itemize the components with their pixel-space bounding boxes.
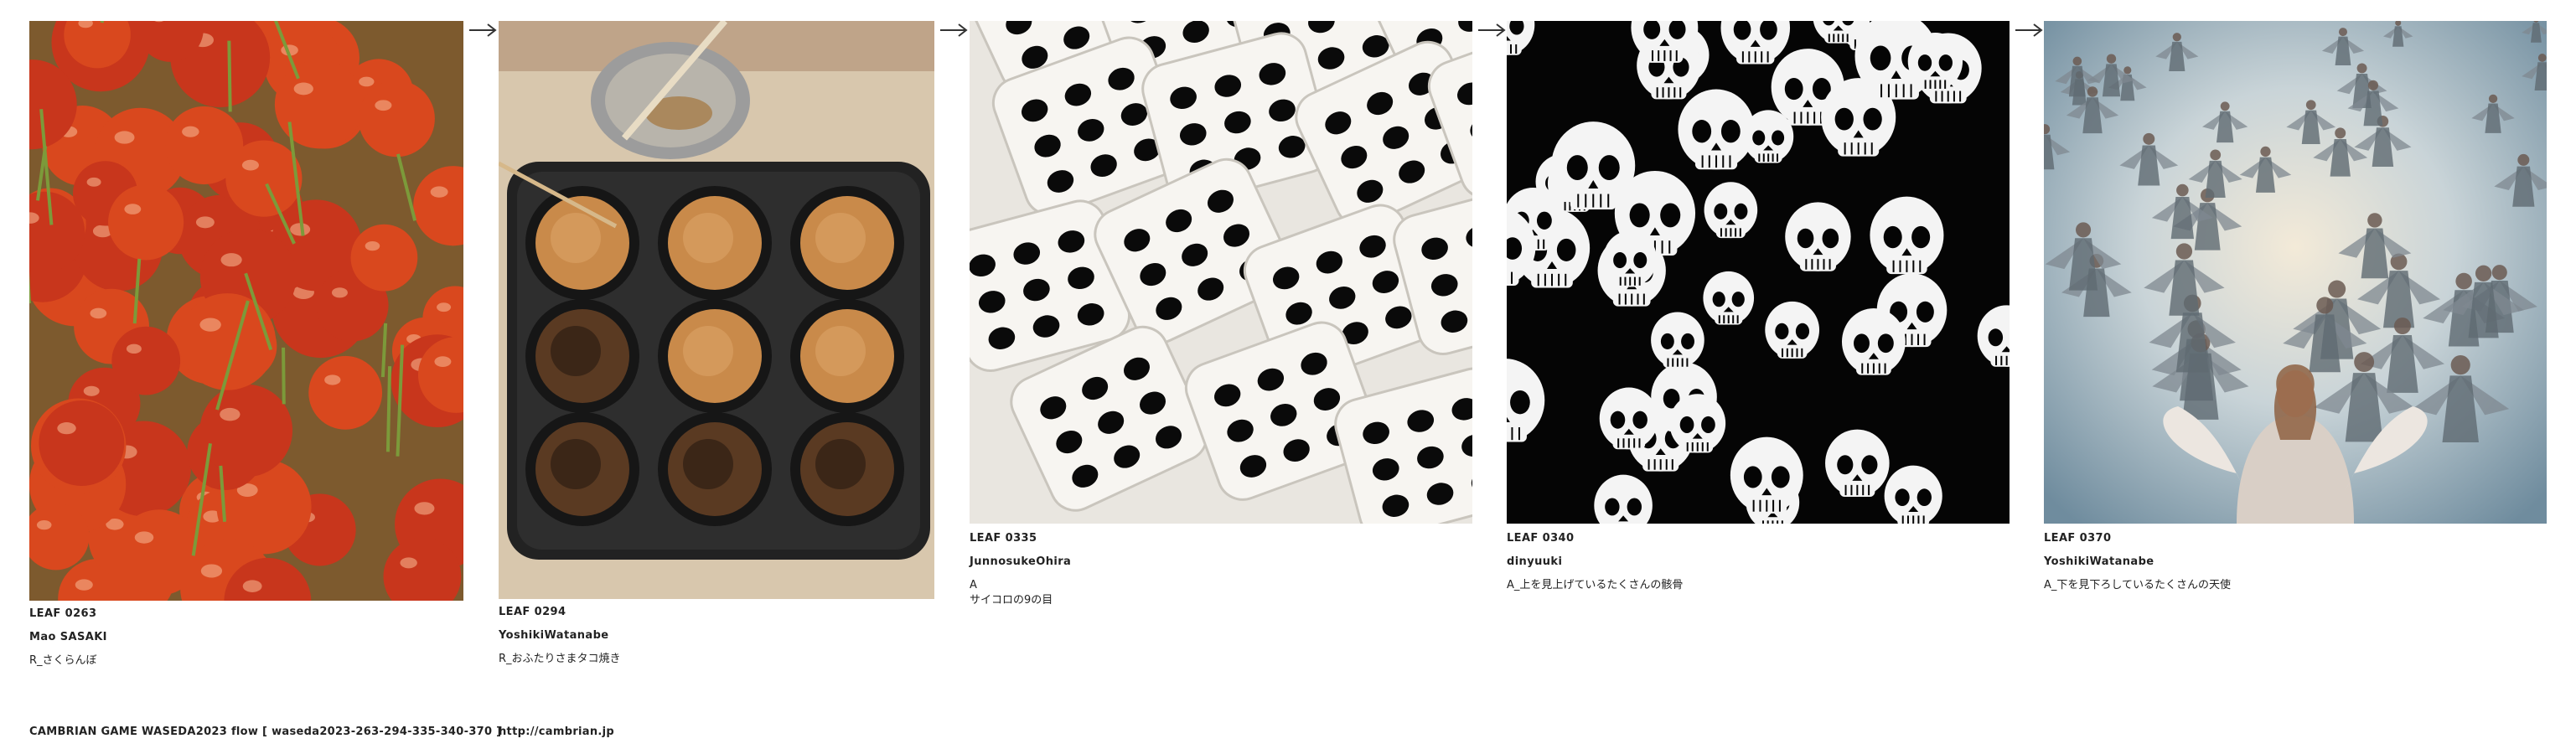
leaf-id: LEAF 0294 (499, 606, 566, 618)
leaf-caption: A_上を見上げているたくさんの骸骨 (1507, 579, 1684, 591)
leaf-id: LEAF 0335 (970, 532, 1037, 545)
leaf-id: LEAF 0370 (2044, 532, 2112, 545)
site-link[interactable]: http://cambrian.jp (499, 726, 614, 738)
flow-arrow-icon (1477, 22, 1507, 39)
leaf-caption: R_おふたりさまタコ焼き (499, 653, 621, 665)
leaf-caption: A (970, 579, 977, 591)
leaf-author: Mao SASAKI (29, 631, 107, 643)
leaf-caption: R_さくらんぼ (29, 654, 97, 667)
leaf-author: JunnosukeOhira (970, 555, 1072, 568)
leaf-author: YoshikiWatanabe (499, 629, 609, 642)
leaf-author: dinyuuki (1507, 555, 1563, 568)
flow-arrow-icon (2014, 22, 2044, 39)
footer-title: CAMBRIAN GAME WASEDA2023 flow [ waseda20… (29, 726, 502, 738)
cherries-image[interactable] (29, 21, 463, 601)
dice-image[interactable] (970, 21, 1472, 524)
flow-arrow-icon (939, 22, 969, 39)
leaf-caption: A_下を見下ろしているたくさんの天使 (2044, 579, 2232, 591)
leaf-caption-line2: サイコロの9の目 (970, 594, 1053, 607)
leaf-id: LEAF 0340 (1507, 532, 1575, 545)
leaf-author: YoshikiWatanabe (2044, 555, 2154, 568)
leaf-id: LEAF 0263 (29, 607, 97, 620)
footer: CAMBRIAN GAME WASEDA2023 flow [ waseda20… (29, 726, 614, 738)
skulls-image[interactable] (1507, 21, 2010, 524)
takoyaki-image[interactable] (499, 21, 934, 599)
angels-image[interactable] (2044, 21, 2547, 524)
flow-arrow-icon (468, 22, 498, 39)
